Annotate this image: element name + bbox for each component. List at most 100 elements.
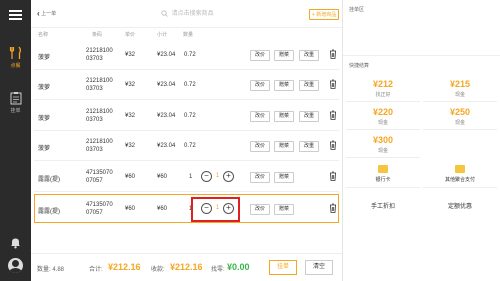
pay-amount: ¥250 (449, 107, 471, 117)
hang-order-button[interactable]: 挂单 (269, 260, 297, 275)
item-name: 露露(提) (38, 177, 60, 183)
pay-label: 找正好 (375, 92, 391, 98)
change-amount: ¥0.00 (227, 262, 250, 272)
item-code: 47135070 07057 (86, 202, 113, 216)
pay-amount: ¥300 (372, 135, 394, 145)
table-row[interactable]: 菠萝 21218100 03703 ¥32 ¥23.04 0.72 改价 赠菜 改… (34, 41, 339, 70)
trash-icon[interactable] (329, 171, 337, 181)
change-weight-button[interactable]: 改重 (299, 141, 319, 152)
item-name: 菠萝 (38, 85, 51, 91)
trash-icon[interactable] (329, 203, 337, 213)
decrement-button[interactable]: − (201, 171, 212, 182)
item-qty: 0.72 (184, 143, 196, 149)
sidebar-item-label: 挂单 (10, 108, 21, 114)
trash-icon[interactable] (329, 140, 337, 150)
table-row[interactable]: 露露(提) 47135070 07057 ¥60 ¥60 1 − 1 + 改价 赠… (34, 163, 339, 192)
item-price: ¥32 (125, 143, 136, 149)
avatar[interactable] (8, 258, 23, 273)
sidebar: 点餐 挂单 (0, 0, 31, 281)
pay-amount: ¥220 (372, 107, 394, 117)
other-payment-button[interactable]: 其他聚合支付 (423, 161, 497, 188)
increment-button[interactable]: + (223, 171, 234, 182)
received-label: 收款: (151, 267, 165, 273)
hang-area-title: 挂单区 (349, 7, 365, 13)
item-subtotal: ¥60 (157, 174, 168, 180)
order-panel: ‹ 上一单 请点击搜索商品 + 新增商品 名称 条码 单价 小计 数量 菠萝 2… (31, 0, 342, 281)
item-subtotal: ¥23.04 (157, 52, 176, 58)
pos-app: 点餐 挂单 ‹ 上一单 请点击搜索商品 + 新增商品 名称 条码 单价 小计 数… (0, 0, 500, 281)
card-icon (378, 165, 388, 173)
fork-knife-icon (9, 46, 21, 59)
item-name: 菠萝 (38, 116, 51, 122)
change-price-button[interactable]: 改价 (250, 50, 270, 61)
col-name: 名称 (38, 32, 49, 38)
sidebar-item-hang[interactable]: 挂单 (0, 91, 31, 114)
menu-icon[interactable] (9, 10, 22, 21)
quick-checkout-title: 快捷结算 (349, 63, 370, 69)
change-weight-button[interactable]: 改重 (299, 50, 319, 61)
item-price: ¥32 (125, 82, 136, 88)
gift-item-button[interactable]: 赠菜 (274, 111, 294, 122)
change-price-button[interactable]: 改价 (250, 80, 270, 91)
quick-pay-button[interactable]: ¥220 现金 (346, 103, 420, 130)
item-name: 菠萝 (38, 55, 51, 61)
clipboard-icon (10, 92, 21, 105)
checkout-panel: 挂单区 快捷结算 ¥212 找正好 ¥215 现金 ¥220 现金 ¥250 现… (342, 0, 500, 281)
change-label: 找零: (211, 267, 225, 273)
trash-icon[interactable] (329, 79, 337, 89)
clear-order-button[interactable]: 清空 (305, 260, 333, 275)
gift-item-button[interactable]: 赠菜 (274, 172, 294, 183)
change-price-button[interactable]: 改价 (250, 172, 270, 183)
search-icon (161, 10, 168, 17)
table-row[interactable]: 菠萝 21218100 03703 ¥32 ¥23.04 0.72 改价 赠菜 改… (34, 71, 339, 100)
table-row[interactable]: 菠萝 21218100 03703 ¥32 ¥23.04 0.72 改价 赠菜 改… (34, 102, 339, 131)
change-weight-button[interactable]: 改重 (299, 111, 319, 122)
gift-item-button[interactable]: 赠菜 (274, 204, 294, 215)
change-weight-button[interactable]: 改重 (299, 80, 319, 91)
trash-icon[interactable] (329, 49, 337, 59)
item-qty: 0.72 (184, 82, 196, 88)
item-code: 47135070 07057 (86, 170, 113, 184)
item-count: 数量: 4.88 (37, 267, 65, 273)
item-subtotal: ¥23.04 (157, 143, 176, 149)
pay-label: 现金 (377, 148, 388, 154)
prev-order-button[interactable]: ‹ 上一单 (37, 9, 56, 18)
item-code: 21218100 03703 (86, 48, 113, 62)
pay-label: 银行卡 (375, 177, 391, 183)
quick-pay-button[interactable]: ¥215 现金 (423, 75, 497, 102)
table-header: 名称 条码 单价 小计 数量 (31, 30, 342, 38)
gift-item-button[interactable]: 赠菜 (274, 80, 294, 91)
change-price-button[interactable]: 改价 (250, 141, 270, 152)
quick-pay-button[interactable]: ¥212 找正好 (346, 75, 420, 102)
trash-icon[interactable] (329, 110, 337, 120)
sidebar-item-label: 点餐 (10, 63, 21, 69)
search-input[interactable]: 请点击搜索商品 (161, 8, 214, 17)
prev-order-label: 上一单 (41, 11, 57, 17)
bell-icon[interactable] (9, 236, 22, 249)
item-subtotal: ¥23.04 (157, 113, 176, 119)
table-row-selected[interactable]: 露露(提) 47135070 07057 ¥60 ¥60 1 − 1 + 改价 赠… (34, 194, 339, 223)
col-subtotal: 小计 (157, 32, 168, 38)
total-label: 合计: (89, 267, 103, 273)
item-price: ¥60 (125, 174, 136, 180)
stepper-value[interactable]: 1 (215, 173, 220, 179)
col-code: 条码 (92, 32, 103, 38)
change-price-button[interactable]: 改价 (250, 204, 270, 215)
fixed-discount-button[interactable]: 定额优惠 (423, 196, 497, 218)
change-price-button[interactable]: 改价 (250, 111, 270, 122)
pay-amount: ¥215 (449, 79, 471, 89)
table-row[interactable]: 菠萝 21218100 03703 ¥32 ¥23.04 0.72 改价 赠菜 改… (34, 132, 339, 161)
quick-pay-button[interactable]: ¥250 现金 (423, 103, 497, 130)
col-price: 单价 (125, 32, 136, 38)
sidebar-item-order[interactable]: 点餐 (0, 46, 31, 69)
bank-card-button[interactable]: 银行卡 (346, 161, 420, 188)
manual-discount-button[interactable]: 手工折扣 (346, 196, 420, 218)
gift-item-button[interactable]: 赠菜 (274, 50, 294, 61)
item-qty: 0.72 (184, 52, 196, 58)
item-subtotal: ¥60 (157, 206, 168, 212)
add-product-button[interactable]: + 新增商品 (309, 9, 340, 20)
gift-item-button[interactable]: 赠菜 (274, 141, 294, 152)
divider (343, 55, 500, 56)
item-qty: 1 (189, 174, 193, 180)
quick-pay-button[interactable]: ¥300 现金 (346, 131, 420, 158)
